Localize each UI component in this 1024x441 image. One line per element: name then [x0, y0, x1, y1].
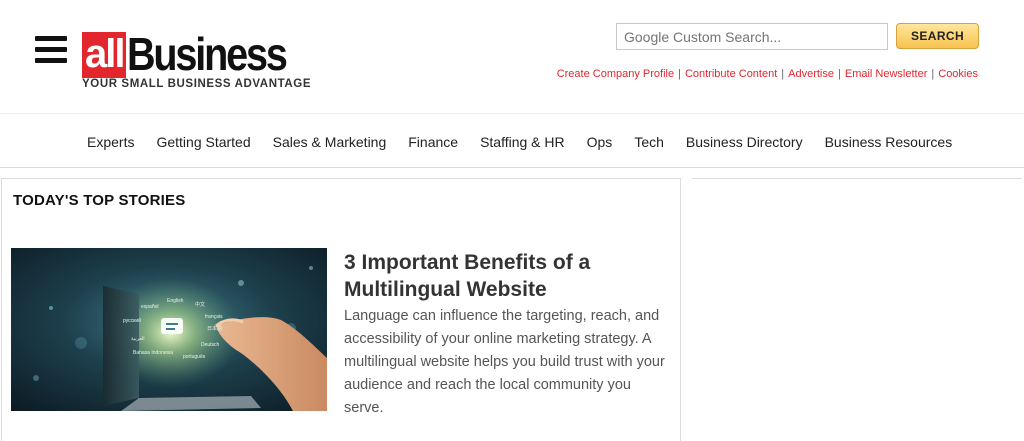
nav-item-ops[interactable]: Ops: [587, 134, 613, 150]
utility-links: Create Company Profile | Contribute Cont…: [557, 68, 978, 80]
story-image[interactable]: English español 中文 français русский العر…: [11, 248, 327, 411]
nav-item-staffing-hr[interactable]: Staffing & HR: [480, 134, 565, 150]
link-separator: |: [678, 68, 681, 80]
section-title: TODAY'S TOP STORIES: [13, 192, 186, 209]
nav-item-tech[interactable]: Tech: [634, 134, 664, 150]
nav-item-finance[interactable]: Finance: [408, 134, 458, 150]
create-company-profile-link[interactable]: Create Company Profile: [557, 68, 674, 80]
advertise-link[interactable]: Advertise: [788, 68, 834, 80]
site-logo[interactable]: all Business YOUR SMALL BUSINESS ADVANTA…: [82, 24, 311, 94]
logo-business-word: Business: [127, 28, 288, 80]
svg-text:Bahasa Indonesia: Bahasa Indonesia: [133, 350, 173, 356]
link-separator: |: [838, 68, 841, 80]
email-newsletter-link[interactable]: Email Newsletter: [845, 68, 928, 80]
story-excerpt: Language can influence the targeting, re…: [344, 308, 665, 416]
svg-text:中文: 中文: [195, 301, 205, 308]
sidebar-divider: [692, 178, 1022, 179]
svg-text:العربية: العربية: [131, 336, 145, 342]
nav-item-business-resources[interactable]: Business Resources: [825, 134, 953, 150]
search-input[interactable]: [616, 23, 888, 50]
svg-text:Deutsch: Deutsch: [201, 342, 220, 348]
link-separator: |: [931, 68, 935, 80]
hamburger-menu-icon[interactable]: [35, 36, 67, 64]
svg-text:español: español: [141, 304, 159, 310]
cookies-link[interactable]: Cookies: [938, 68, 978, 80]
story-title-link[interactable]: 3 Important Benefits of a Multilingual W…: [344, 249, 664, 303]
nav-item-experts[interactable]: Experts: [87, 134, 134, 150]
svg-text:português: português: [183, 354, 206, 360]
site-header: all Business YOUR SMALL BUSINESS ADVANTA…: [0, 0, 1024, 114]
svg-text:русский: русский: [123, 317, 141, 324]
main-navigation: Experts Getting Started Sales & Marketin…: [0, 114, 1024, 168]
nav-item-getting-started[interactable]: Getting Started: [156, 134, 250, 150]
contribute-content-link[interactable]: Contribute Content: [685, 68, 777, 80]
logo-all-mark: all: [82, 32, 127, 78]
search-button[interactable]: SEARCH: [896, 23, 979, 49]
nav-item-sales-marketing[interactable]: Sales & Marketing: [273, 134, 387, 150]
svg-text:français: français: [205, 314, 223, 320]
nav-item-business-directory[interactable]: Business Directory: [686, 134, 803, 150]
link-separator: |: [781, 68, 785, 80]
top-stories-panel: TODAY'S TOP STORIES English español 中文 f…: [1, 178, 681, 441]
svg-text:English: English: [167, 298, 184, 304]
logo-tagline: YOUR SMALL BUSINESS ADVANTAGE: [82, 78, 312, 90]
svg-text:日本語: 日本語: [207, 325, 222, 332]
